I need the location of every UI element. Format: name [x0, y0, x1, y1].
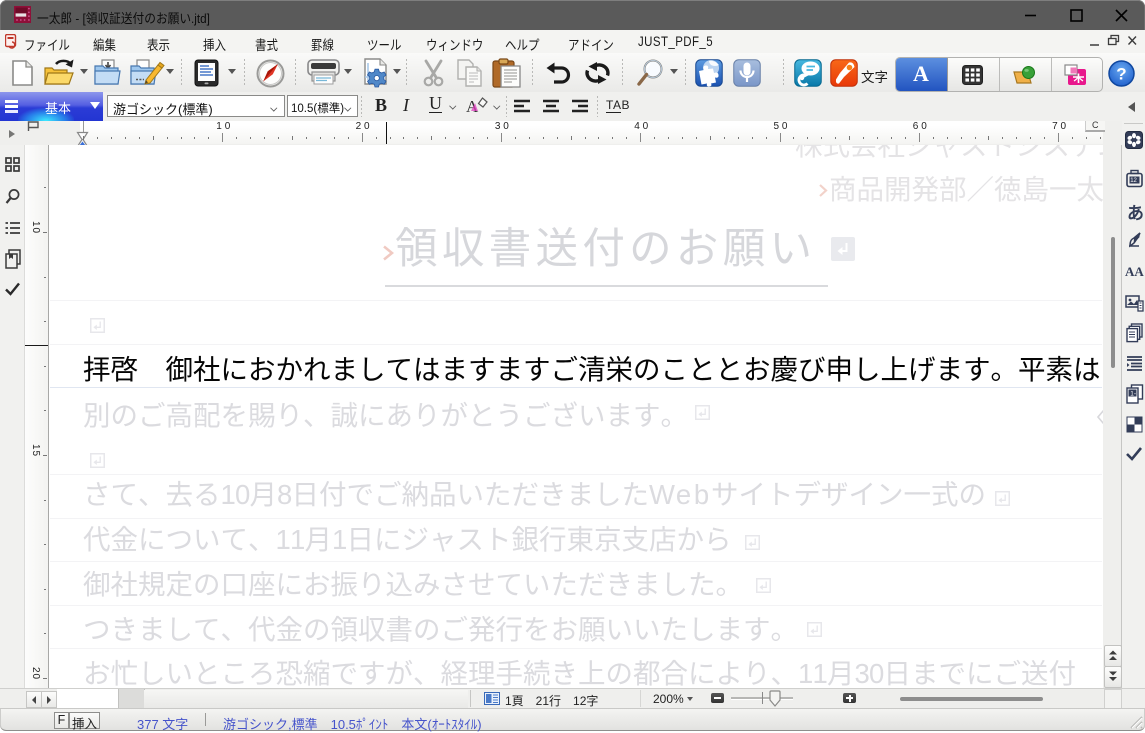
svg-text:12: 12 — [1130, 178, 1137, 184]
svg-text:?: ? — [1116, 65, 1126, 84]
svg-text:1-: 1- — [1130, 391, 1136, 398]
svg-text:A: A — [466, 97, 479, 116]
